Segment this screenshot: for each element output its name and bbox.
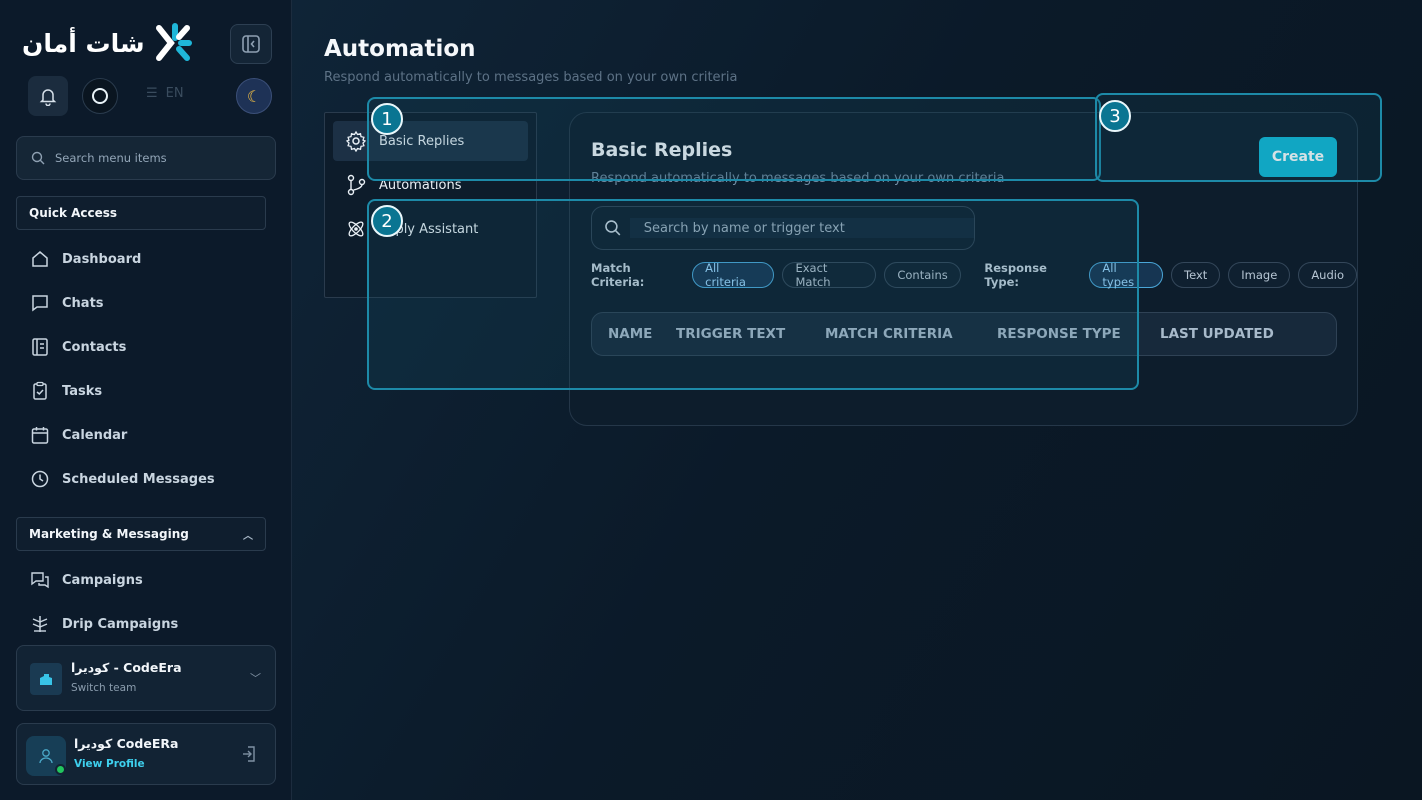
team-building-icon: [40, 674, 52, 685]
search-icon: [31, 151, 45, 165]
page-subtitle: Respond automatically to messages based …: [324, 70, 738, 85]
chip-text[interactable]: Text: [1171, 262, 1221, 288]
status-button[interactable]: [82, 78, 118, 114]
nav-label: Drip Campaigns: [62, 616, 179, 632]
chevron-down-icon: ﹀: [250, 672, 261, 685]
nav-item-calendar[interactable]: Calendar: [30, 423, 127, 447]
nav-label: Dashboard: [62, 251, 142, 267]
nav-item-chats[interactable]: Chats: [30, 291, 104, 315]
view-profile-link[interactable]: View Profile: [74, 758, 145, 770]
logout-icon[interactable]: [241, 745, 257, 763]
gear-icon: [345, 130, 367, 152]
profile-card: كوديرا CodeERa View Profile: [16, 723, 276, 785]
nav-label: Scheduled Messages: [62, 471, 215, 487]
language-label: EN: [165, 86, 184, 101]
app-logo[interactable]: شات أمان: [22, 22, 193, 64]
tour-badge-1[interactable]: 1: [371, 103, 403, 135]
quick-access-header[interactable]: Quick Access: [16, 196, 266, 230]
user-icon: [39, 749, 53, 764]
sidebar: شات أمان ☰ EN ☾ Search menu items Quick …: [0, 0, 292, 800]
team-name: كوديرا - CodeEra: [71, 660, 182, 675]
contacts-icon: [32, 338, 48, 356]
nav-item-tasks[interactable]: Tasks: [30, 379, 102, 403]
moon-icon: ☾: [246, 86, 262, 106]
clipboard-check-icon: [33, 381, 47, 400]
team-logo: [30, 663, 62, 695]
online-status-dot: [55, 764, 66, 775]
tour-highlight-2: [367, 199, 1139, 390]
collapse-sidebar-button[interactable]: [230, 24, 272, 64]
marketing-label: Marketing & Messaging: [29, 527, 189, 541]
chip-image[interactable]: Image: [1228, 262, 1291, 288]
nav-label: Chats: [62, 295, 104, 311]
page-title: Automation: [324, 36, 476, 62]
nav-item-drip-campaigns[interactable]: Drip Campaigns: [30, 612, 178, 636]
column-last-updated[interactable]: LAST UPDATED: [1160, 326, 1274, 342]
quick-access-label: Quick Access: [29, 206, 118, 220]
profile-name: كوديرا CodeERa: [74, 736, 179, 751]
chat-icon: [32, 295, 48, 312]
nav-item-scheduled-messages[interactable]: Scheduled Messages: [30, 467, 215, 491]
nav-item-dashboard[interactable]: Dashboard: [30, 247, 141, 271]
bell-icon: [39, 89, 57, 106]
tour-highlight-3: [1095, 93, 1382, 182]
nav-item-contacts[interactable]: Contacts: [30, 335, 126, 359]
tour-badge-3[interactable]: 3: [1099, 100, 1131, 132]
home-icon: [32, 251, 48, 267]
clock-icon: [31, 470, 49, 488]
tour-badge-2[interactable]: 2: [371, 205, 403, 237]
tour-highlight-1: [367, 97, 1101, 181]
chevron-up-icon: ︿: [243, 530, 253, 542]
marketing-section-header[interactable]: Marketing & Messaging ︿: [16, 517, 266, 551]
drip-icon: [32, 616, 48, 632]
nav-label: Contacts: [62, 339, 127, 355]
status-ring-icon: [92, 88, 108, 104]
menu-search[interactable]: [16, 136, 276, 180]
logo-mark-icon: [155, 23, 192, 61]
campaign-icon: [31, 572, 49, 589]
flow-icon: [347, 174, 366, 196]
logo-text: شات أمان: [22, 28, 145, 58]
notifications-button[interactable]: [28, 76, 68, 116]
nav-label: Tasks: [62, 383, 103, 399]
team-switcher[interactable]: كوديرا - CodeEra Switch team ﹀: [16, 645, 276, 711]
nav-label: Calendar: [62, 427, 128, 443]
translate-icon: ☰: [146, 86, 158, 101]
sidebar-toolbar: ☰ EN ☾: [28, 76, 272, 116]
nav-item-campaigns[interactable]: Campaigns: [30, 568, 143, 592]
chip-audio[interactable]: Audio: [1298, 262, 1357, 288]
calendar-icon: [31, 427, 49, 444]
nav-label: Campaigns: [62, 572, 143, 588]
language-switch[interactable]: ☰ EN: [146, 86, 184, 101]
menu-search-input[interactable]: [55, 151, 255, 165]
assistant-icon: [348, 221, 364, 237]
team-switch-label: Switch team: [71, 682, 137, 694]
sidebar-collapse-icon: [242, 35, 260, 53]
theme-toggle-button[interactable]: ☾: [236, 78, 272, 114]
